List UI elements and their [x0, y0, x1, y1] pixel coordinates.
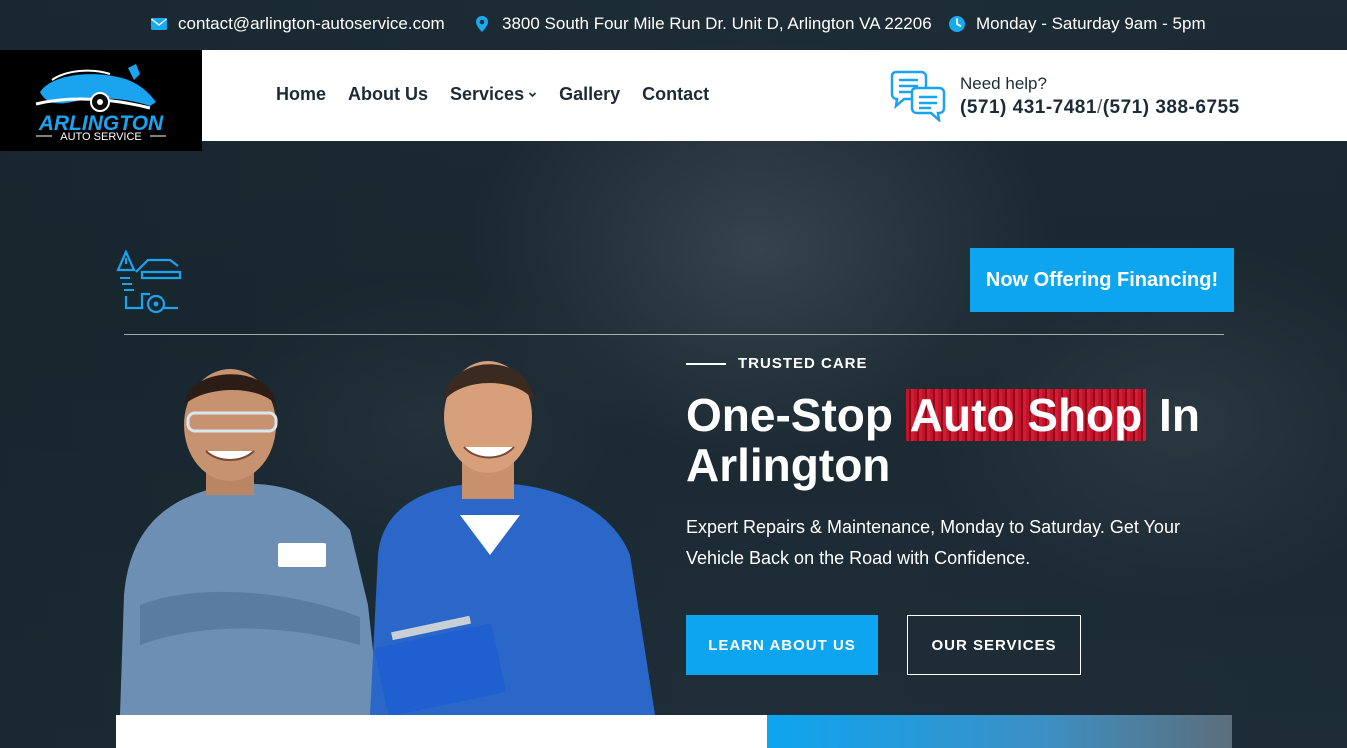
- headline-part1: One-Stop: [686, 389, 906, 441]
- info-card-right: [767, 715, 1232, 748]
- help-contact-block: Need help? (571) 431-7481/(571) 388-6755: [888, 70, 1248, 126]
- nav-gallery-label: Gallery: [559, 84, 621, 104]
- financing-button[interactable]: Now Offering Financing!: [970, 248, 1234, 312]
- help-phone-numbers: (571) 431-7481/(571) 388-6755: [960, 97, 1240, 119]
- nav-about-label: About Us: [348, 84, 429, 104]
- car-repair-icon: [116, 249, 182, 314]
- learn-about-us-button[interactable]: LEARN ABOUT US: [686, 615, 878, 675]
- topbar-address: 3800 South Four Mile Run Dr. Unit D, Arl…: [474, 14, 932, 34]
- topbar-address-text: 3800 South Four Mile Run Dr. Unit D, Arl…: [502, 14, 932, 33]
- help-label: Need help?: [960, 74, 1047, 93]
- chevron-down-icon: [529, 92, 537, 98]
- nav-home[interactable]: Home: [276, 84, 326, 105]
- our-services-button[interactable]: OUR SERVICES: [907, 615, 1081, 675]
- site-logo[interactable]: ARLINGTON AUTO SERVICE: [0, 50, 202, 151]
- hero-headline: One-Stop Auto Shop In Arlington: [686, 389, 1246, 490]
- topbar-email[interactable]: contact@arlington-autoservice.com: [150, 14, 445, 34]
- nav-contact[interactable]: Contact: [642, 84, 709, 105]
- hero-divider: [124, 334, 1224, 335]
- hero-subtext: Expert Repairs & Maintenance, Monday to …: [686, 517, 1180, 568]
- nav-services-label: Services: [450, 84, 525, 104]
- mechanics-photo: [120, 361, 655, 715]
- info-card-left: [116, 715, 768, 748]
- phone-number-1[interactable]: (571) 431-7481: [960, 97, 1097, 118]
- topbar-hours-text: Monday - Saturday 9am - 5pm: [976, 14, 1206, 33]
- logo-graphic: ARLINGTON AUTO SERVICE: [35, 64, 166, 143]
- main-nav: Home About Us Services Gallery Contact: [276, 84, 709, 105]
- topbar-email-text[interactable]: contact@arlington-autoservice.com: [178, 14, 445, 34]
- top-contact-bar: contact@arlington-autoservice.com 3800 S…: [0, 0, 1347, 50]
- logo-text-sub: AUTO SERVICE: [60, 131, 142, 143]
- nav-contact-label: Contact: [642, 84, 710, 104]
- nav-home-label: Home: [276, 84, 327, 104]
- topbar-hours: Monday - Saturday 9am - 5pm: [948, 14, 1206, 34]
- nav-gallery[interactable]: Gallery: [559, 84, 620, 105]
- eyebrow-dash: [686, 362, 726, 365]
- map-pin-icon: [476, 16, 488, 32]
- nav-about-us[interactable]: About Us: [348, 84, 428, 105]
- chat-bubbles-icon: [890, 70, 946, 122]
- hero-eyebrow: TRUSTED CARE: [686, 355, 868, 372]
- clock-icon: [949, 16, 965, 32]
- nav-services[interactable]: Services: [450, 84, 537, 105]
- phone-number-2[interactable]: (571) 388-6755: [1103, 97, 1240, 118]
- headline-highlight: Auto Shop: [905, 389, 1147, 441]
- envelope-icon: [151, 18, 167, 30]
- eyebrow-text: TRUSTED CARE: [738, 355, 868, 372]
